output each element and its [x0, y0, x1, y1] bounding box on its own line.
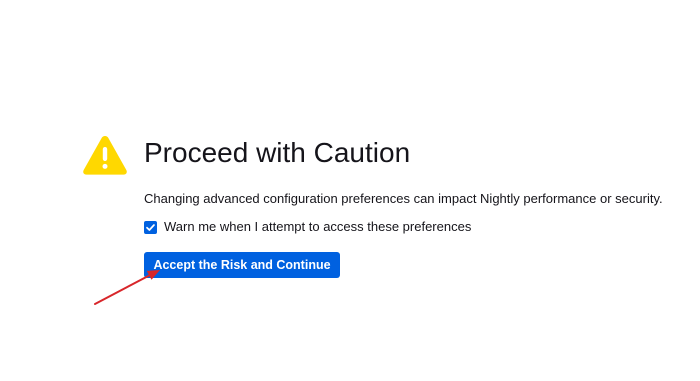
warning-triangle-icon: [83, 136, 127, 175]
warn-preferences-label: Warn me when I attempt to access these p…: [164, 219, 472, 234]
warn-preferences-checkbox-row[interactable]: Warn me when I attempt to access these p…: [144, 218, 471, 236]
warn-preferences-checkbox[interactable]: [144, 220, 157, 234]
accept-risk-button[interactable]: Accept the Risk and Continue: [144, 252, 340, 278]
checkmark-icon: [146, 223, 155, 231]
warning-description: Changing advanced configuration preferen…: [144, 191, 663, 206]
page-title: Proceed with Caution: [144, 137, 411, 168]
